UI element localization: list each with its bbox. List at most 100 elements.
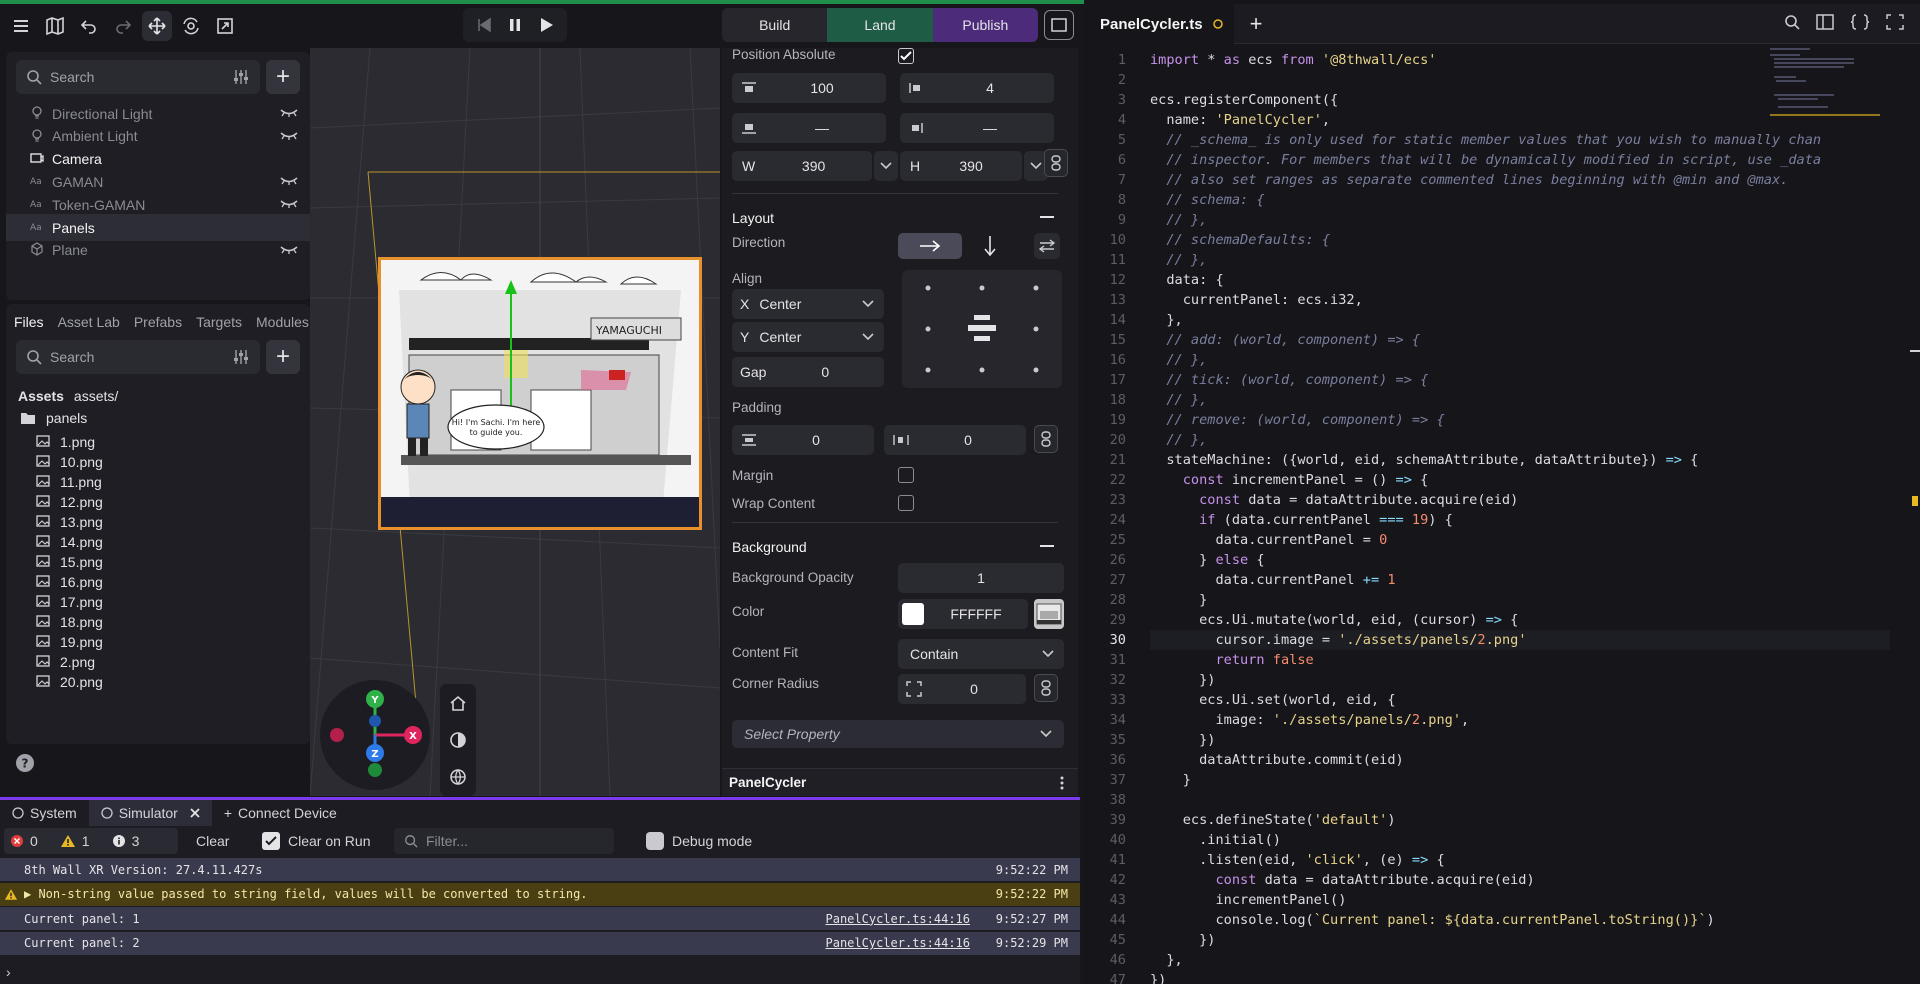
direction-reverse-button[interactable] [1034,233,1060,259]
code-line[interactable]: 25 data.currentPanel = 0 [1084,530,1804,550]
code-line[interactable]: 29 ecs.Ui.mutate(world, eid, (cursor) =>… [1084,610,1804,630]
debug-mode-toggle[interactable]: Debug mode [646,828,752,854]
home-view-button[interactable] [448,693,468,713]
code-line[interactable]: 36 dataAttribute.commit(eid) [1084,750,1804,770]
link-padding-button[interactable] [1034,425,1058,453]
align-x-select[interactable]: X Center [732,289,884,319]
align-y-select[interactable]: Y Center [732,322,884,352]
margin-checkbox[interactable] [898,467,914,483]
editor-minimap[interactable] [1770,46,1890,146]
code-line[interactable]: 47}) [1084,970,1804,984]
height-field[interactable]: H 390 [900,151,1022,181]
log-source-link[interactable]: PanelCycler.ts:44:16 [826,912,971,926]
width-field[interactable]: W 390 [732,151,872,181]
code-line[interactable]: 8 // schema: { [1084,190,1804,210]
code-line[interactable]: 23 const data = dataAttribute.acquire(ei… [1084,490,1804,510]
code-line[interactable]: 17 // tick: (world, component) => { [1084,370,1804,390]
undo-button[interactable] [74,11,104,41]
color-swatch[interactable] [902,603,924,625]
code-line[interactable]: 12 data: { [1084,270,1804,290]
corner-radius-field[interactable]: 0 [898,674,1026,704]
code-line[interactable]: 22 const incrementPanel = () => { [1084,470,1804,490]
errors-filter[interactable]: 0 [10,833,38,849]
component-header[interactable]: PanelCycler [722,768,1078,796]
code-line[interactable]: 1 import * as ecs from '@8thwall/ecs' [1084,50,1804,70]
background-collapse-button[interactable] [1036,537,1058,555]
width-unit-dropdown[interactable] [874,151,898,181]
scene-viewport[interactable]: YAMAGUCHI Hi! I'm Sachi. I'm here to gui… [310,48,720,796]
new-tab-button[interactable]: + [1244,11,1268,36]
position-absolute-checkbox[interactable] [898,48,914,64]
console-filter-input[interactable]: Filter... [394,828,614,854]
menu-button[interactable] [6,11,36,41]
bottom-offset-field[interactable]: — [732,113,886,143]
more-vertical-icon[interactable] [1060,776,1064,790]
code-line[interactable]: 39 ecs.defineState('default') [1084,810,1804,830]
expand-icon[interactable] [1886,14,1904,30]
bg-opacity-field[interactable]: 1 [898,563,1064,593]
direction-column-button[interactable] [970,233,1010,259]
braces-icon[interactable] [1850,14,1870,30]
layout-collapse-button[interactable] [1036,208,1058,226]
code-line[interactable]: 6 // inspector. For members that will be… [1084,150,1821,170]
padding-vertical-field[interactable]: 0 [732,425,874,455]
hierarchy-search[interactable]: Search [16,60,260,94]
content-fit-select[interactable]: Contain [898,639,1064,669]
tab-system[interactable]: System [0,800,89,826]
code-area[interactable]: 1 import * as ecs from '@8thwall/ecs' 2 3 ec… [1084,46,1920,984]
left-offset-field[interactable]: 4 [900,73,1054,103]
layout-toggle-button[interactable] [1044,10,1074,40]
code-line[interactable]: 9 // }, [1084,210,1804,230]
code-line[interactable]: 3 ecs.registerComponent({ [1084,90,1804,110]
log-row-warning[interactable]: ▶ Non-string value passed to string fiel… [0,882,1080,907]
code-line[interactable]: 11 // }, [1084,250,1804,270]
link-corners-button[interactable] [1034,674,1058,702]
code-line[interactable]: 4 name: 'PanelCycler', [1084,110,1804,130]
background-image-thumbnail[interactable] [1034,599,1064,629]
code-line[interactable]: 24 if (data.currentPanel === 19) { [1084,510,1804,530]
log-row[interactable]: Current panel: 1 PanelCycler.ts:44:16 9:52… [0,907,1080,931]
axis-gizmo[interactable]: Y X Z [320,680,430,790]
globe-button[interactable] [448,767,468,787]
pause-button[interactable] [505,15,525,35]
direction-row-button[interactable] [898,233,962,259]
code-line[interactable]: 37 } [1084,770,1804,790]
hierarchy-item-plane[interactable]: Plane [6,237,310,264]
eye-closed-icon[interactable] [280,106,298,122]
code-line[interactable]: 46 }, [1084,950,1804,970]
info-filter[interactable]: 3 [112,833,139,849]
code-line[interactable]: 34 image: './assets/panels/2.png', [1084,710,1804,730]
wrap-content-checkbox[interactable] [898,495,914,511]
code-line[interactable]: 31 return false [1084,650,1804,670]
link-size-button[interactable] [1044,149,1068,177]
code-line[interactable]: 20 // }, [1084,430,1804,450]
code-line[interactable]: 2 [1084,70,1804,90]
close-icon[interactable] [190,808,200,818]
code-line[interactable]: 44 console.log(`Current panel: ${data.cu… [1084,910,1804,930]
code-line[interactable]: 38 [1084,790,1804,810]
clear-button[interactable]: Clear [196,828,229,854]
code-line[interactable]: 10 // schemaDefaults: { [1084,230,1804,250]
debug-mode-checkbox[interactable] [646,832,664,850]
rotate-tool-button[interactable] [176,11,206,41]
code-line[interactable]: 16 // }, [1084,350,1804,370]
right-offset-field[interactable]: — [900,113,1054,143]
clear-on-run-toggle[interactable]: Clear on Run [262,828,371,854]
file-item[interactable]: 20.png [36,670,103,694]
code-line[interactable]: 28 } [1084,590,1804,610]
code-line[interactable]: 15 // add: (world, component) => { [1084,330,1804,350]
restart-button[interactable] [474,15,494,35]
log-row[interactable]: 8th Wall XR Version: 27.4.11.427s 9:52:22… [0,858,1080,882]
eye-closed-icon[interactable] [280,129,298,145]
code-line[interactable]: 14 }, [1084,310,1804,330]
code-line[interactable]: 7 // also set ranges as separate comment… [1084,170,1804,190]
build-tab[interactable]: Build [722,8,827,42]
padding-horizontal-field[interactable]: 0 [884,425,1026,455]
editor-tab-panelcycler[interactable]: PanelCycler.ts [1084,4,1234,44]
shading-button[interactable] [448,730,468,750]
search-icon[interactable] [1784,14,1800,30]
code-line[interactable]: 30 cursor.image = './assets/panels/2.png… [1084,630,1804,650]
map-button[interactable] [40,11,70,41]
color-field[interactable]: FFFFFF [898,599,1028,629]
code-line[interactable]: 32 }) [1084,670,1804,690]
